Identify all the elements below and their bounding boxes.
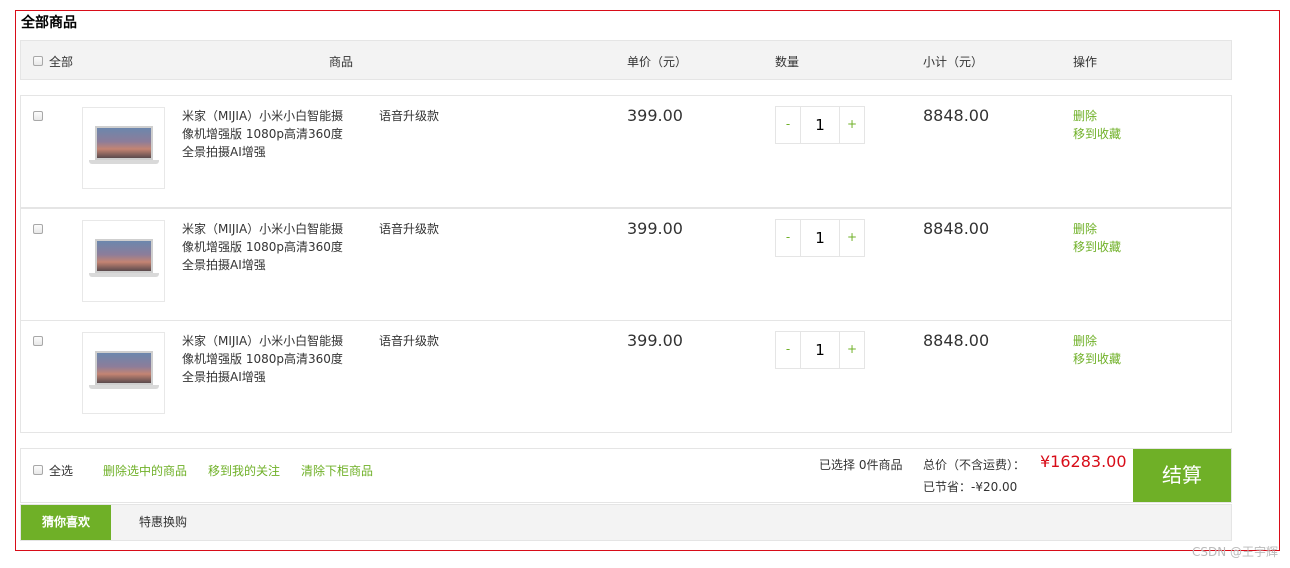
cart-item: 米家（MIJIA）小米小白智能摄像机增强版 1080p高清360度全景拍摄AI增… [20,208,1232,321]
increase-button[interactable]: + [839,107,864,143]
watermark: CSDN @王宇辉 [1191,545,1278,559]
cart-item: 米家（MIJIA）小米小白智能摄像机增强版 1080p高清360度全景拍摄AI增… [20,95,1232,208]
move-to-favorites-link[interactable]: 移到收藏 [1073,125,1121,143]
saved-amount: 已节省：-¥20.00 [923,480,1018,494]
unit-price: 399.00 [627,219,683,238]
item-checkbox[interactable] [33,336,43,346]
delete-link[interactable]: 删除 [1073,220,1121,238]
product-image[interactable] [82,332,165,414]
quantity-value[interactable]: 1 [800,332,840,368]
quantity-value[interactable]: 1 [800,107,840,143]
product-name[interactable]: 米家（MIJIA）小米小白智能摄像机增强版 1080p高清360度全景拍摄AI增… [182,332,352,386]
move-to-favorites-link[interactable]: 移到收藏 [1073,238,1121,256]
total-price: ¥16283.00 [1040,452,1127,471]
delete-link[interactable]: 删除 [1073,107,1121,125]
item-subtotal: 8848.00 [923,106,990,125]
item-actions: 删除 移到收藏 [1073,220,1121,256]
decrease-button[interactable]: - [776,332,801,368]
total-label: 总价（不含运费）： [923,458,1026,472]
unit-price: 399.00 [627,331,683,350]
recommend-tabs: 猜你喜欢 特惠换购 [20,504,1232,541]
product-variant: 语音升级款 [379,109,440,123]
checkout-button[interactable]: 结算 [1133,449,1231,502]
selected-count: 已选择 0件商品 [819,458,903,472]
decrease-button[interactable]: - [776,107,801,143]
tab-special-exchange[interactable]: 特惠换购 [139,505,187,540]
product-name[interactable]: 米家（MIJIA）小米小白智能摄像机增强版 1080p高清360度全景拍摄AI增… [182,107,352,161]
increase-button[interactable]: + [839,220,864,256]
decrease-button[interactable]: - [776,220,801,256]
header-unit-price: 单价（元） [627,55,688,69]
header-product: 商品 [329,55,354,69]
header-subtotal: 小计（元） [923,55,984,69]
header-quantity: 数量 [775,55,800,69]
move-to-favorites-link[interactable]: 移到收藏 [1073,350,1121,368]
header-actions: 操作 [1073,55,1098,69]
product-image[interactable] [82,220,165,302]
cart-header: 全部 商品 单价（元） 数量 小计（元） 操作 [20,40,1232,80]
select-all-checkbox[interactable] [33,56,43,66]
delete-selected-link[interactable]: 删除选中的商品 [103,462,187,479]
quantity-stepper: - 1 + [775,331,865,369]
item-subtotal: 8848.00 [923,331,990,350]
product-image[interactable] [82,107,165,189]
delete-link[interactable]: 删除 [1073,332,1121,350]
item-checkbox[interactable] [33,224,43,234]
clear-off-shelf-link[interactable]: 清除下柜商品 [301,462,373,479]
footer-select-all-checkbox[interactable] [33,465,43,475]
product-name[interactable]: 米家（MIJIA）小米小白智能摄像机增强版 1080p高清360度全景拍摄AI增… [182,220,352,274]
header-select-all: 全部 [49,55,74,69]
product-variant: 语音升级款 [379,334,440,348]
move-to-follow-link[interactable]: 移到我的关注 [208,462,280,479]
quantity-stepper: - 1 + [775,106,865,144]
item-subtotal: 8848.00 [923,219,990,238]
cart-footer: 全选 删除选中的商品 移到我的关注 清除下柜商品 已选择 0件商品 总价（不含运… [20,448,1232,503]
product-variant: 语音升级款 [379,222,440,236]
unit-price: 399.00 [627,106,683,125]
section-title: 全部商品 [21,15,77,31]
item-actions: 删除 移到收藏 [1073,107,1121,143]
tab-guess-you-like[interactable]: 猜你喜欢 [21,505,111,540]
item-checkbox[interactable] [33,111,43,121]
cart-item: 米家（MIJIA）小米小白智能摄像机增强版 1080p高清360度全景拍摄AI增… [20,320,1232,433]
quantity-stepper: - 1 + [775,219,865,257]
increase-button[interactable]: + [839,332,864,368]
quantity-value[interactable]: 1 [800,220,840,256]
footer-select-all-label: 全选 [49,464,74,478]
item-actions: 删除 移到收藏 [1073,332,1121,368]
